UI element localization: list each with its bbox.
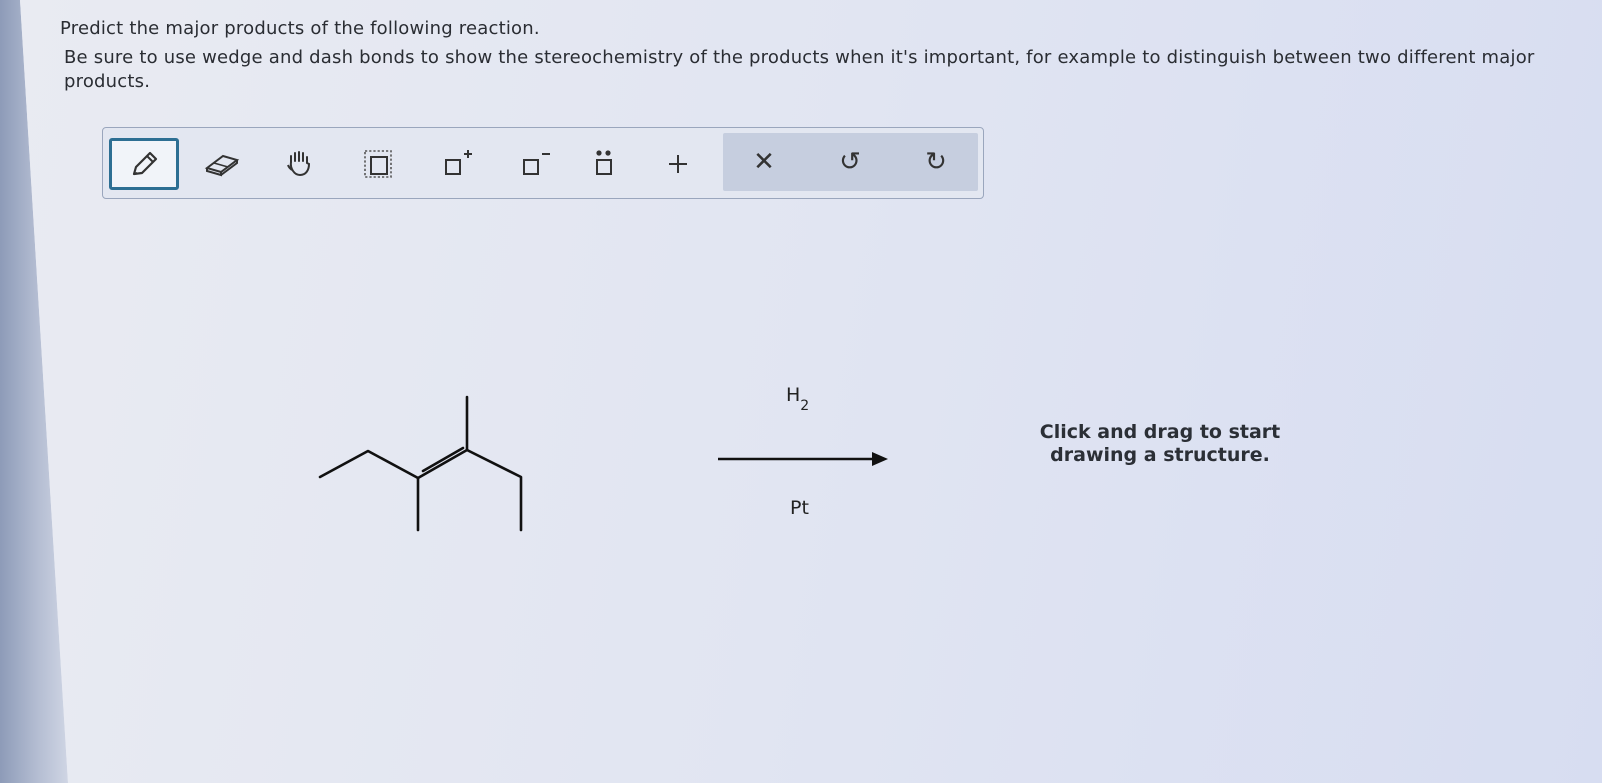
reagent-below-catalyst: Pt [790, 497, 809, 519]
clear-button[interactable]: ✕ [729, 136, 799, 188]
undo-icon: ↺ [839, 147, 861, 177]
question-panel [20, 0, 1602, 783]
negative-charge-icon [523, 153, 550, 175]
move-tool-button[interactable] [265, 138, 335, 190]
reagent-hydrogen-subscript: 2 [800, 397, 810, 414]
hand-icon [287, 151, 311, 177]
plus-icon [669, 155, 687, 173]
drawing-canvas-hint[interactable]: Click and drag to start drawing a struct… [1020, 421, 1300, 467]
add-tool-button[interactable] [643, 138, 713, 190]
redo-icon: ↻ [925, 147, 947, 177]
lone-pair-button[interactable] [569, 138, 639, 190]
redo-button[interactable]: ↻ [901, 136, 971, 188]
action-group: ✕ ↺ ↻ [723, 133, 978, 191]
positive-charge-icon [445, 150, 472, 175]
negative-charge-button[interactable] [499, 138, 569, 190]
positive-charge-button[interactable] [421, 138, 491, 190]
erase-tool-button[interactable] [187, 138, 257, 190]
hint-line-1: Click and drag to start [1039, 421, 1281, 443]
lone-pair-icon [596, 150, 612, 175]
pencil-icon [132, 151, 158, 176]
select-box-icon [364, 150, 392, 178]
clear-icon: ✕ [753, 147, 775, 177]
question-prompt: Predict the major products of the follow… [60, 18, 540, 39]
eraser-icon [204, 154, 240, 177]
hint-line-2: drawing a structure. [1050, 444, 1270, 466]
drawing-toolbar: ✕ ↺ ↻ [102, 127, 984, 199]
draw-tool-button[interactable] [109, 138, 179, 190]
select-tool-button[interactable] [343, 138, 413, 190]
question-instructions: Be sure to use wedge and dash bonds to s… [64, 47, 1535, 92]
reagent-hydrogen: H [786, 384, 801, 406]
undo-button[interactable]: ↺ [815, 136, 885, 188]
reagent-above: H2 [786, 384, 809, 414]
